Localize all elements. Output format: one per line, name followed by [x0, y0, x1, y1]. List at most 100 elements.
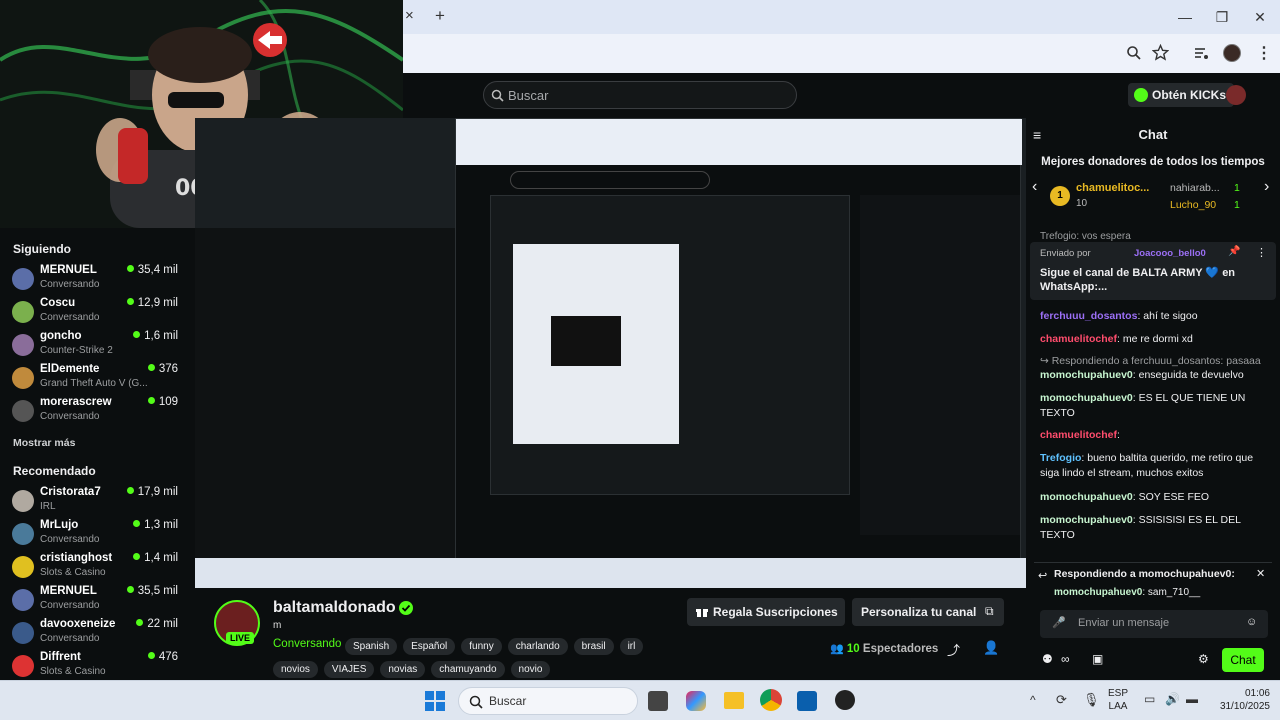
- media-control-icon[interactable]: [1193, 45, 1209, 61]
- sidebar-channel[interactable]: Cristorata7 IRL 17,9 mil: [12, 486, 184, 516]
- channel-avatar: [12, 589, 34, 611]
- infinity-icon[interactable]: ∞: [1061, 652, 1070, 666]
- stream-tag[interactable]: Español: [403, 638, 456, 655]
- battery-icon[interactable]: ▬: [1186, 692, 1198, 706]
- chat-username[interactable]: ferchuuu_dosantos: [1040, 310, 1137, 322]
- volume-icon[interactable]: 🔊: [1165, 692, 1180, 706]
- sidebar-channel[interactable]: cristianghost Slots & Casino 1,4 mil: [12, 552, 184, 582]
- donor-3-name[interactable]: Lucho_90: [1170, 199, 1216, 211]
- store-app-icon[interactable]: [797, 691, 817, 711]
- sidebar-channel[interactable]: MrLujo Conversando 1,3 mil: [12, 519, 184, 549]
- network-icon[interactable]: ▭: [1144, 692, 1155, 706]
- clock[interactable]: 01:06 31/10/2025: [1208, 687, 1270, 713]
- chat-username[interactable]: Trefogio: [1040, 452, 1081, 464]
- sidebar-channel[interactable]: MERNUEL Conversando 35,4 mil: [12, 264, 184, 294]
- nested-chat: [860, 195, 1020, 535]
- chrome-icon[interactable]: [760, 689, 782, 711]
- user-avatar[interactable]: [1226, 85, 1246, 105]
- pinned-by-user[interactable]: Joacooo_bello0: [1134, 248, 1206, 259]
- channel-name: Coscu: [40, 297, 76, 309]
- pinned-menu-icon[interactable]: ⋮: [1256, 246, 1267, 259]
- stream-tag[interactable]: VIAJES: [323, 661, 375, 678]
- chat-username[interactable]: chamuelitochef: [1040, 429, 1117, 441]
- gift-icon: [696, 609, 708, 617]
- sync-icon[interactable]: ⟳: [1056, 692, 1067, 708]
- sidebar-channel[interactable]: davooxeneize Conversando 22 mil: [12, 618, 184, 648]
- stream-tag[interactable]: charlando: [507, 638, 568, 655]
- stream-tag[interactable]: brasil: [573, 638, 614, 655]
- store-icon[interactable]: ▣: [1092, 652, 1103, 666]
- chat-text: ↪ Respondiendo a ferchuuu_dosantos: pasa…: [1040, 355, 1261, 367]
- stream-tag[interactable]: novios: [273, 661, 318, 678]
- minimize-button[interactable]: —: [1175, 8, 1195, 26]
- reply-preview-text: momochupahuev0: sam_710__: [1054, 587, 1201, 598]
- streamer-name[interactable]: baltamaldonado: [273, 599, 396, 617]
- search-box[interactable]: Buscar: [483, 81, 797, 109]
- zoom-icon[interactable]: [1126, 45, 1142, 61]
- channel-viewers: 109: [147, 396, 178, 408]
- chat-username[interactable]: momochupahuev0: [1040, 491, 1133, 503]
- sidebar-channel[interactable]: goncho Counter-Strike 2 1,6 mil: [12, 330, 184, 360]
- sidebar-channel[interactable]: ElDemente Grand Theft Auto V (G... 376: [12, 363, 184, 393]
- reply-icon: ↩: [1038, 570, 1048, 582]
- stream-tag[interactable]: chamuyando: [431, 661, 505, 678]
- stream-tag[interactable]: irl: [619, 638, 644, 655]
- show-more-link[interactable]: Mostrar más: [13, 437, 75, 449]
- windows-start-icon[interactable]: [425, 691, 445, 711]
- copilot-icon[interactable]: [686, 691, 706, 711]
- stream-tag[interactable]: novio: [510, 661, 551, 678]
- sidebar-channel[interactable]: MERNUEL Conversando 35,5 mil: [12, 585, 184, 615]
- viewer-count: 👥 10 Espectadores: [830, 642, 938, 655]
- sidebar-channel[interactable]: Diffrent Slots & Casino 476: [12, 651, 184, 681]
- browser-menu-icon[interactable]: ⋮: [1256, 43, 1272, 63]
- chat-username[interactable]: momochupahuev0: [1040, 369, 1133, 381]
- share-icon[interactable]: ⤴: [947, 640, 960, 659]
- cancel-reply-icon[interactable]: ✕: [1256, 567, 1265, 580]
- stream-tag[interactable]: Spanish: [345, 638, 398, 655]
- pin-icon: 📌: [1228, 246, 1241, 257]
- obs-icon[interactable]: [835, 690, 855, 710]
- close-window-button[interactable]: ✕: [1250, 8, 1270, 26]
- video-player[interactable]: [195, 118, 1026, 588]
- emoji-icon[interactable]: ☺: [1246, 616, 1257, 628]
- follow-user-icon[interactable]: 👤: [983, 640, 999, 656]
- channel-category: Conversando: [40, 534, 100, 545]
- stream-tag[interactable]: funny: [461, 638, 502, 655]
- sidebar-channel[interactable]: Coscu Conversando 12,9 mil: [12, 297, 184, 327]
- close-tab-button[interactable]: ×: [405, 7, 414, 24]
- task-view-icon[interactable]: [648, 691, 668, 711]
- send-chat-button[interactable]: Chat: [1222, 648, 1264, 672]
- nested-capture-2: [490, 195, 850, 495]
- channel-avatar: [12, 301, 34, 323]
- donor-2-name[interactable]: nahiarab...: [1170, 182, 1220, 194]
- chat-settings-icon[interactable]: ⚙: [1198, 652, 1209, 666]
- bookmark-star-icon[interactable]: [1152, 44, 1169, 61]
- chat-username[interactable]: chamuelitochef: [1040, 333, 1117, 345]
- chat-message: momochupahuev0: SSISISISI ES EL DEL TEXT…: [1040, 513, 1272, 543]
- get-kicks-button[interactable]: Obtén KICKs: [1128, 83, 1234, 107]
- live-dot-icon: [126, 487, 134, 494]
- file-explorer-icon[interactable]: [724, 692, 744, 709]
- donor-1-name[interactable]: chamuelitoc...: [1076, 182, 1149, 194]
- microphone-icon[interactable]: 🎙: [1083, 692, 1100, 708]
- donors-prev-icon[interactable]: ‹: [1032, 178, 1037, 196]
- stream-category[interactable]: Conversando: [273, 638, 341, 650]
- chat-tools-icon[interactable]: ⚉: [1042, 652, 1053, 666]
- new-tab-button[interactable]: +: [435, 6, 445, 26]
- profile-avatar[interactable]: [1223, 44, 1241, 62]
- stream-tag[interactable]: novias: [380, 661, 426, 678]
- language-indicator[interactable]: ESP LAA: [1108, 687, 1128, 713]
- chat-text: : me re dormi xd: [1117, 333, 1193, 345]
- tray-chevron-icon[interactable]: ^: [1030, 693, 1036, 707]
- chat-input[interactable]: 🎤 Enviar un mensaje ☺: [1040, 610, 1268, 638]
- chat-username[interactable]: momochupahuev0: [1040, 392, 1133, 404]
- gift-subs-button[interactable]: Regala Suscripciones: [687, 598, 845, 626]
- customize-channel-button[interactable]: Personaliza tu canal ⧉: [852, 598, 1004, 626]
- donors-next-icon[interactable]: ›: [1264, 178, 1269, 196]
- chat-username[interactable]: momochupahuev0: [1040, 514, 1133, 526]
- nested-browser-chrome: [456, 119, 1022, 165]
- chat-message: chamuelitochef: me re dormi xd: [1040, 332, 1272, 347]
- maximize-button[interactable]: ❐: [1212, 8, 1232, 26]
- taskbar-search[interactable]: Buscar: [458, 687, 638, 715]
- sidebar-channel[interactable]: morerascrew Conversando 109: [12, 396, 184, 426]
